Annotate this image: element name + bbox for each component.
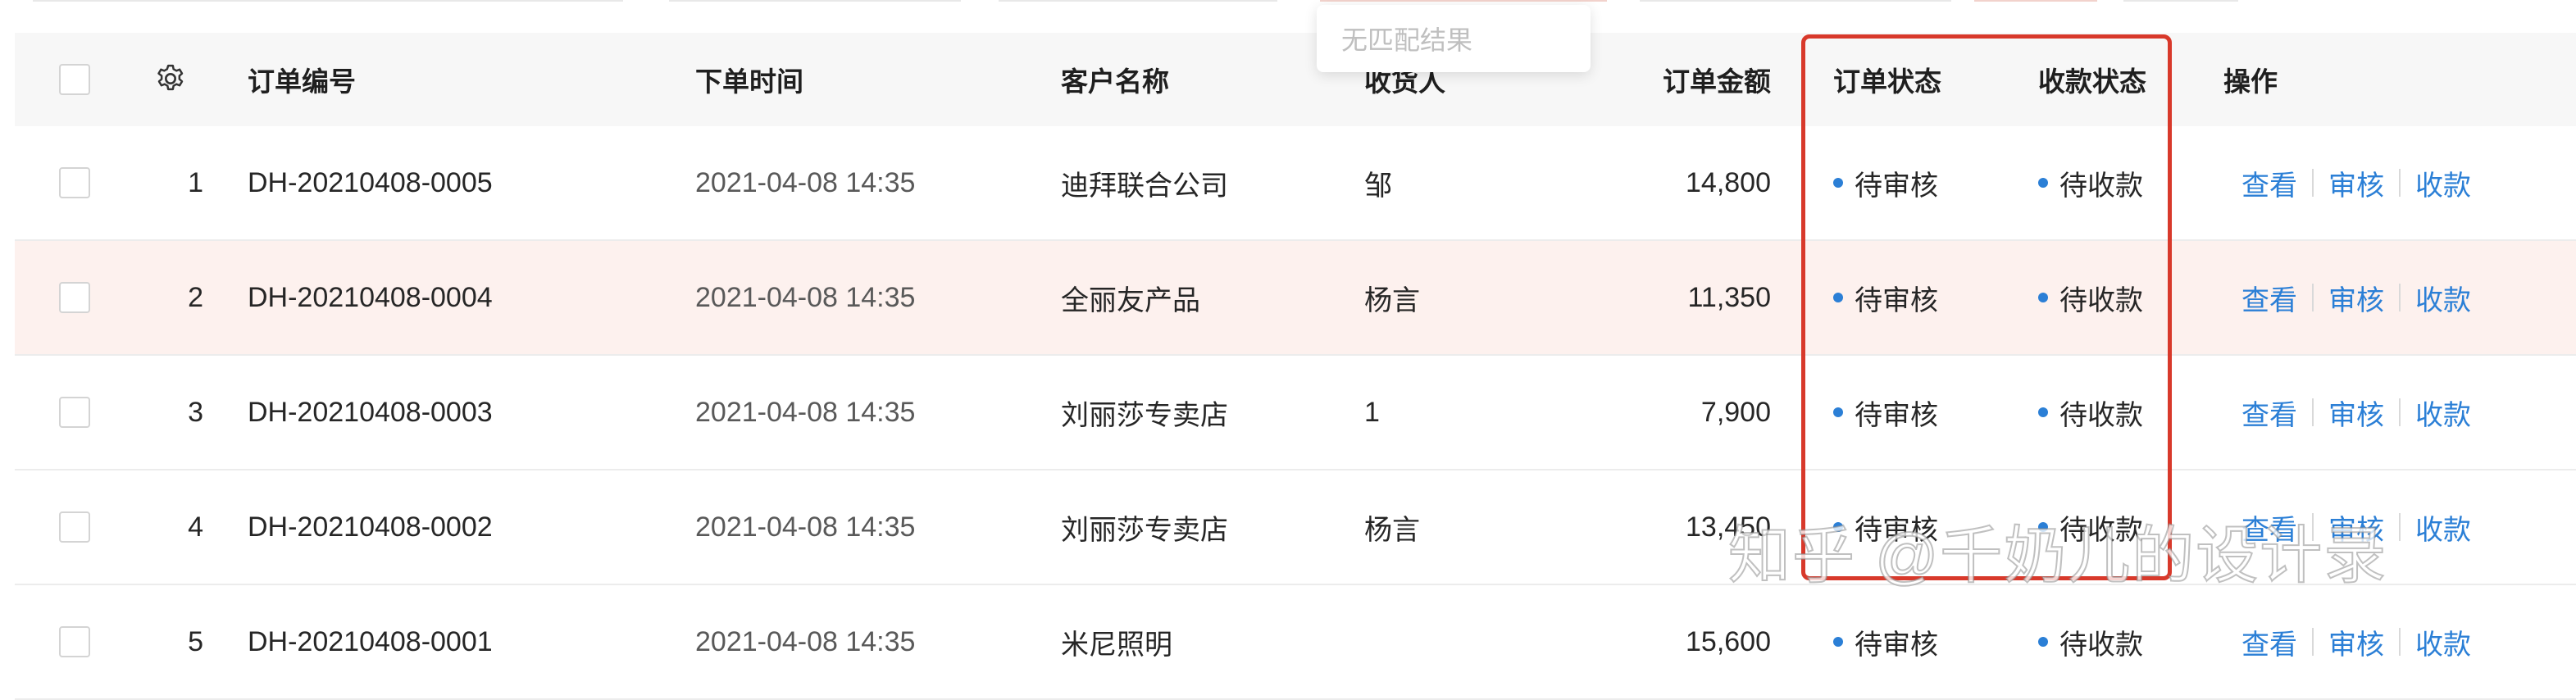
row-index: 1 — [188, 166, 203, 198]
amount-cell: 11,350 — [1687, 281, 1771, 313]
amount-cell: 15,600 — [1686, 625, 1771, 657]
order-time-cell: 2021-04-08 14:35 — [695, 281, 916, 313]
collect-link[interactable]: 收款 — [2415, 622, 2471, 662]
amount-cell: 13,450 — [1686, 511, 1771, 543]
view-link[interactable]: 查看 — [2241, 393, 2297, 433]
order-time-cell: 2021-04-08 14:35 — [695, 625, 916, 657]
view-link[interactable]: 查看 — [2241, 507, 2297, 548]
header-order-time: 下单时间 — [695, 66, 803, 97]
header-customer: 客户名称 — [1061, 66, 1169, 97]
gear-icon[interactable] — [154, 62, 187, 95]
table-row: 1 DH-20210408-0005 2021-04-08 14:35 迪拜联合… — [15, 126, 2576, 241]
row-checkbox[interactable] — [59, 397, 90, 428]
action-divider — [2312, 628, 2314, 656]
order-time-cell: 2021-04-08 14:35 — [695, 166, 916, 198]
order-no-cell: DH-20210408-0005 — [248, 166, 493, 198]
row-checkbox[interactable] — [59, 626, 90, 657]
collect-link[interactable]: 收款 — [2415, 163, 2471, 203]
row-actions: 查看 审核 收款 — [2241, 356, 2471, 469]
status-columns-highlight — [1801, 34, 2172, 580]
select-all-checkbox[interactable] — [59, 64, 90, 95]
filter-field-edge — [999, 0, 1277, 2]
receiver-cell: 1 — [1364, 396, 1380, 428]
header-amount: 订单金额 — [1663, 66, 1771, 97]
row-actions: 查看 审核 收款 — [2241, 126, 2471, 239]
order-no-cell: DH-20210408-0001 — [248, 625, 493, 657]
search-dropdown: 无匹配结果 — [1317, 5, 1591, 72]
filter-field-edge — [1640, 0, 1951, 2]
action-divider — [2312, 284, 2314, 311]
row-checkbox[interactable] — [59, 511, 90, 543]
row-index: 3 — [188, 396, 203, 428]
receiver-cell: 杨言 — [1364, 284, 1420, 316]
table-row: 2 DH-20210408-0004 2021-04-08 14:35 全丽友产… — [15, 241, 2576, 356]
order-time-cell: 2021-04-08 14:35 — [695, 396, 916, 428]
customer-cell: 刘丽莎专卖店 — [1061, 399, 1228, 431]
customer-cell: 刘丽莎专卖店 — [1061, 514, 1228, 546]
status-dot-icon — [2038, 637, 2048, 647]
table-header-row: 订单编号 下单时间 客户名称 收货人 订单金额 订单状态 收款状态 操作 — [15, 33, 2576, 128]
order-no-cell: DH-20210408-0003 — [248, 396, 493, 428]
order-no-cell: DH-20210408-0002 — [248, 511, 493, 543]
receiver-cell: 杨言 — [1364, 514, 1420, 546]
view-link[interactable]: 查看 — [2241, 278, 2297, 318]
review-link[interactable]: 审核 — [2328, 278, 2384, 318]
filter-field-edge — [33, 0, 623, 2]
action-divider — [2399, 628, 2401, 656]
row-index: 4 — [188, 511, 203, 543]
row-actions: 查看 审核 收款 — [2241, 585, 2471, 698]
review-link[interactable]: 审核 — [2328, 622, 2384, 662]
review-link[interactable]: 审核 — [2328, 507, 2384, 548]
row-actions: 查看 审核 收款 — [2241, 470, 2471, 584]
receiver-cell: 邹 — [1364, 170, 1392, 202]
row-index: 5 — [188, 625, 203, 657]
action-divider — [2399, 169, 2401, 197]
collect-link[interactable]: 收款 — [2415, 278, 2471, 318]
review-link[interactable]: 审核 — [2328, 393, 2384, 433]
customer-cell: 米尼照明 — [1061, 629, 1172, 661]
action-divider — [2399, 513, 2401, 541]
payment-status-cell: 待收款 — [2038, 585, 2143, 698]
order-time-cell: 2021-04-08 14:35 — [695, 511, 916, 543]
customer-cell: 全丽友产品 — [1061, 284, 1200, 316]
collect-link[interactable]: 收款 — [2415, 393, 2471, 433]
filter-bar-strip — [0, 0, 2576, 33]
table-row: 4 DH-20210408-0002 2021-04-08 14:35 刘丽莎专… — [15, 470, 2576, 585]
filter-field-edge — [669, 0, 961, 2]
order-status-text: 待审核 — [1855, 629, 1938, 661]
filter-field-edge-active — [1974, 0, 2097, 2]
header-actions: 操作 — [2223, 66, 2278, 97]
table-row: 5 DH-20210408-0001 2021-04-08 14:35 米尼照明… — [15, 585, 2576, 700]
amount-cell: 7,900 — [1700, 396, 1771, 428]
action-divider — [2312, 513, 2314, 541]
no-results-text: 无匹配结果 — [1341, 25, 1473, 55]
filter-field-edge — [2123, 0, 2238, 2]
filter-field-edge-active — [1320, 0, 1607, 2]
action-divider — [2312, 169, 2314, 197]
status-dot-icon — [1833, 637, 1843, 647]
view-link[interactable]: 查看 — [2241, 622, 2297, 662]
action-divider — [2399, 284, 2401, 311]
collect-link[interactable]: 收款 — [2415, 507, 2471, 548]
header-order-no: 订单编号 — [248, 66, 356, 97]
order-no-cell: DH-20210408-0004 — [248, 281, 493, 313]
amount-cell: 14,800 — [1686, 166, 1771, 198]
view-link[interactable]: 查看 — [2241, 163, 2297, 203]
payment-status-text: 待收款 — [2059, 629, 2143, 661]
action-divider — [2399, 398, 2401, 426]
order-status-cell: 待审核 — [1833, 585, 1938, 698]
row-checkbox[interactable] — [59, 282, 90, 313]
table-row: 3 DH-20210408-0003 2021-04-08 14:35 刘丽莎专… — [15, 356, 2576, 470]
row-index: 2 — [188, 281, 203, 313]
row-actions: 查看 审核 收款 — [2241, 241, 2471, 354]
row-checkbox[interactable] — [59, 167, 90, 198]
customer-cell: 迪拜联合公司 — [1061, 170, 1228, 202]
action-divider — [2312, 398, 2314, 426]
review-link[interactable]: 审核 — [2328, 163, 2384, 203]
